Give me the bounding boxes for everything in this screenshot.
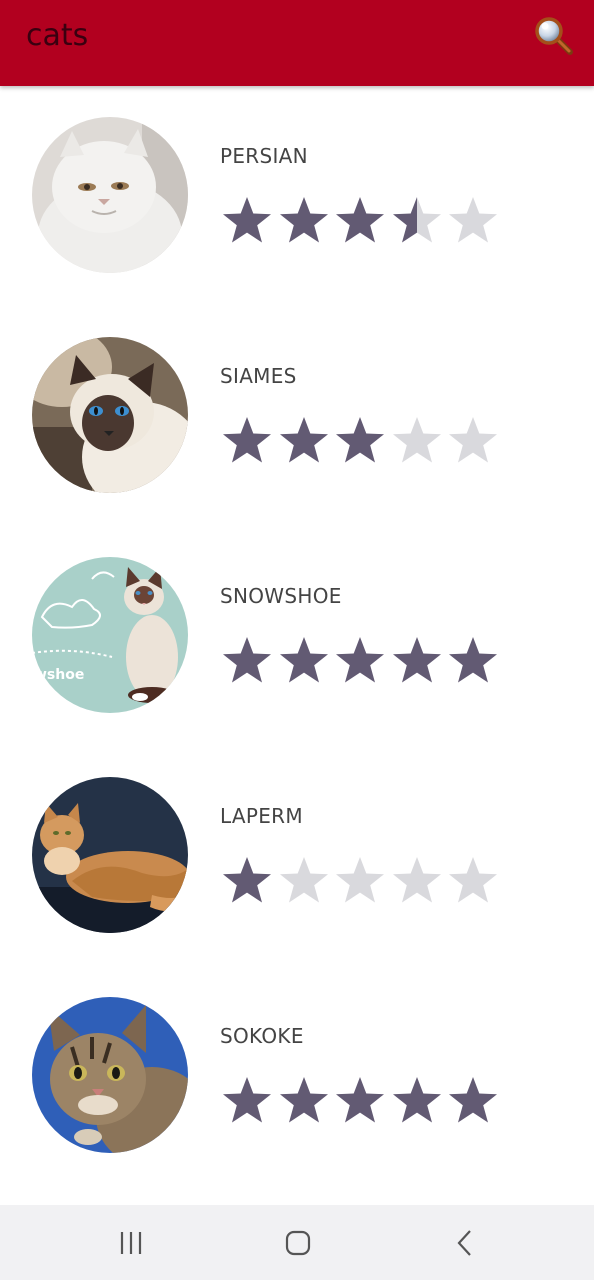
star-icon bbox=[390, 194, 444, 246]
list-item[interactable]: LAPERM bbox=[0, 746, 594, 966]
star-icon bbox=[333, 854, 387, 906]
list-item[interactable]: PERSIAN bbox=[0, 86, 594, 306]
system-nav-bar bbox=[0, 1205, 594, 1280]
list-item[interactable]: wshoe SNOWSHOE bbox=[0, 526, 594, 746]
cat-photo-persian bbox=[32, 117, 188, 273]
cat-photo-sokoke bbox=[32, 997, 188, 1153]
search-button[interactable] bbox=[530, 12, 578, 60]
star-icon bbox=[277, 634, 331, 686]
star-icon bbox=[277, 194, 331, 246]
app-title: cats bbox=[26, 18, 89, 53]
recents-icon bbox=[120, 1232, 142, 1254]
star-icon bbox=[446, 194, 500, 246]
star-icon bbox=[220, 634, 274, 686]
star-icon bbox=[220, 854, 274, 906]
star-icon bbox=[333, 1074, 387, 1126]
back-icon bbox=[457, 1230, 471, 1256]
star-icon bbox=[333, 414, 387, 466]
breed-name: PERSIAN bbox=[220, 144, 308, 168]
breed-name: SIAMES bbox=[220, 364, 297, 388]
magnifier-icon bbox=[535, 17, 573, 55]
star-icon bbox=[277, 414, 331, 466]
cat-photo-siames bbox=[32, 337, 188, 493]
star-icon bbox=[277, 854, 331, 906]
star-icon bbox=[446, 634, 500, 686]
breed-name: SNOWSHOE bbox=[220, 584, 342, 608]
breed-name: SOKOKE bbox=[220, 1024, 304, 1048]
list-item[interactable]: SIAMES bbox=[0, 306, 594, 526]
star-icon bbox=[277, 1074, 331, 1126]
cat-photo-laperm bbox=[32, 777, 188, 933]
star-icon bbox=[446, 854, 500, 906]
recents-button[interactable] bbox=[111, 1223, 151, 1263]
home-button[interactable] bbox=[278, 1223, 318, 1263]
star-icon bbox=[390, 414, 444, 466]
home-icon bbox=[285, 1230, 311, 1256]
star-icon bbox=[220, 194, 274, 246]
star-icon bbox=[446, 414, 500, 466]
list-item[interactable]: SOKOKE bbox=[0, 966, 594, 1186]
star-icon bbox=[333, 634, 387, 686]
star-icon bbox=[333, 194, 387, 246]
star-icon bbox=[390, 634, 444, 686]
breed-name: LAPERM bbox=[220, 804, 303, 828]
star-icon bbox=[220, 414, 274, 466]
star-icon bbox=[390, 1074, 444, 1126]
photo-caption: wshoe bbox=[34, 667, 84, 683]
star-icon bbox=[446, 1074, 500, 1126]
star-icon bbox=[220, 1074, 274, 1126]
back-button[interactable] bbox=[446, 1223, 486, 1263]
star-icon bbox=[390, 854, 444, 906]
app-bar: cats bbox=[0, 0, 594, 86]
cat-photo-snowshoe: wshoe bbox=[32, 557, 188, 713]
